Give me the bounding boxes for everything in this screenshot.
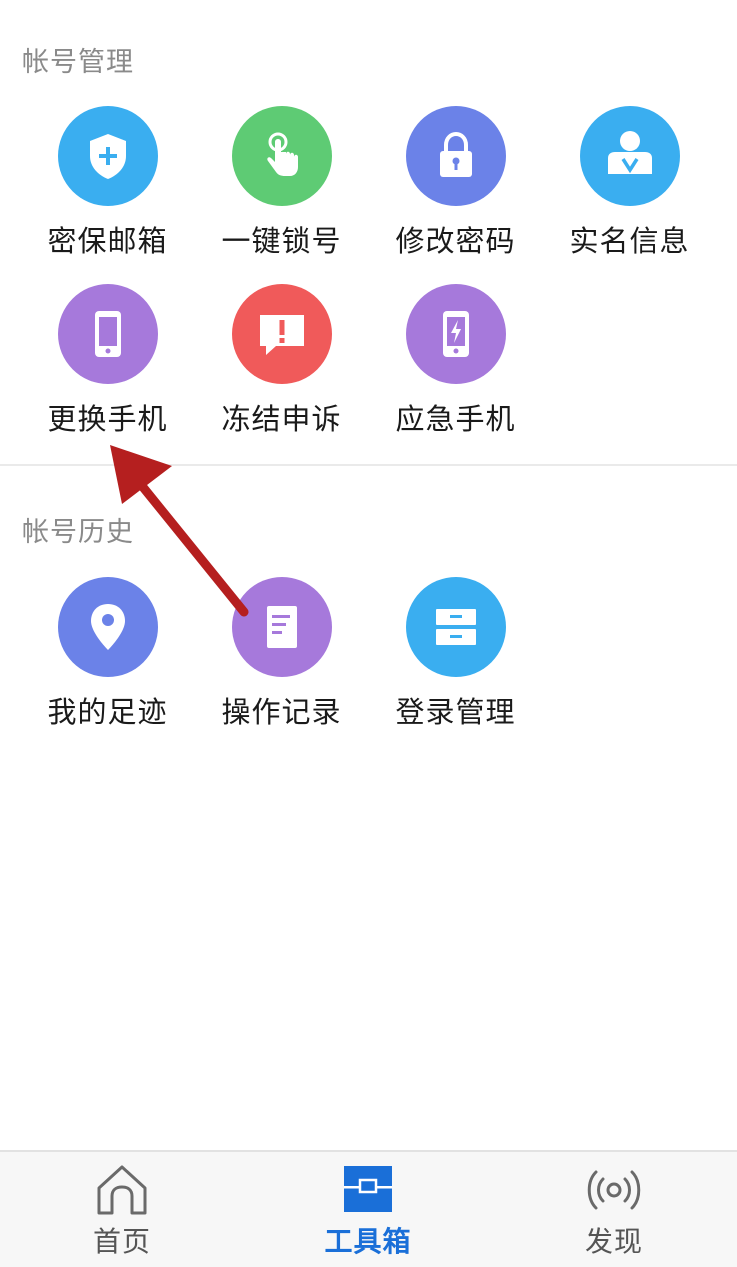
item-label: 更换手机 (47, 402, 168, 436)
document-icon (232, 577, 332, 677)
lock-icon (406, 106, 506, 206)
drawer-icon (406, 577, 506, 677)
home-icon (97, 1165, 147, 1215)
section-title-account-management: 帐号管理 (22, 47, 134, 78)
item-change-phone[interactable]: 更换手机 (20, 284, 195, 444)
item-label: 登录管理 (395, 695, 516, 729)
item-security-email[interactable]: 密保邮箱 (20, 106, 195, 266)
toolbox-icon (344, 1166, 392, 1212)
shield-plus-icon (58, 106, 158, 206)
item-label: 实名信息 (569, 224, 690, 258)
tab-label: 发现 (584, 1225, 643, 1258)
phone-icon (58, 284, 158, 384)
item-real-name-info[interactable]: 实名信息 (542, 106, 717, 266)
tab-home[interactable]: 首页 (42, 1152, 202, 1267)
section-divider (0, 464, 737, 466)
item-label: 修改密码 (395, 224, 516, 258)
item-label: 操作记录 (221, 695, 342, 729)
section-title-account-history: 帐号历史 (22, 517, 134, 548)
item-emergency-phone[interactable]: 应急手机 (368, 284, 543, 444)
item-label: 我的足迹 (47, 695, 168, 729)
item-label: 一键锁号 (221, 224, 342, 258)
item-label: 冻结申诉 (221, 402, 342, 436)
tab-label: 工具箱 (324, 1225, 412, 1258)
item-label: 应急手机 (395, 402, 516, 436)
item-change-password[interactable]: 修改密码 (368, 106, 543, 266)
item-freeze-appeal[interactable]: 冻结申诉 (194, 284, 369, 444)
tab-label: 首页 (92, 1225, 151, 1258)
item-label: 密保邮箱 (47, 224, 168, 258)
tab-toolbox[interactable]: 工具箱 (288, 1152, 448, 1267)
bottom-tab-bar: 首页 工具箱 发现 (0, 1150, 737, 1267)
item-one-key-lock[interactable]: 一键锁号 (194, 106, 369, 266)
tab-discover[interactable]: 发现 (534, 1152, 694, 1267)
location-pin-icon (58, 577, 158, 677)
id-badge-icon (580, 106, 680, 206)
item-my-footprint[interactable]: 我的足迹 (20, 577, 195, 737)
item-login-management[interactable]: 登录管理 (368, 577, 543, 737)
tap-hand-icon (232, 106, 332, 206)
alert-message-icon (232, 284, 332, 384)
item-operation-records[interactable]: 操作记录 (194, 577, 369, 737)
broadcast-icon (587, 1170, 641, 1210)
phone-bolt-icon (406, 284, 506, 384)
